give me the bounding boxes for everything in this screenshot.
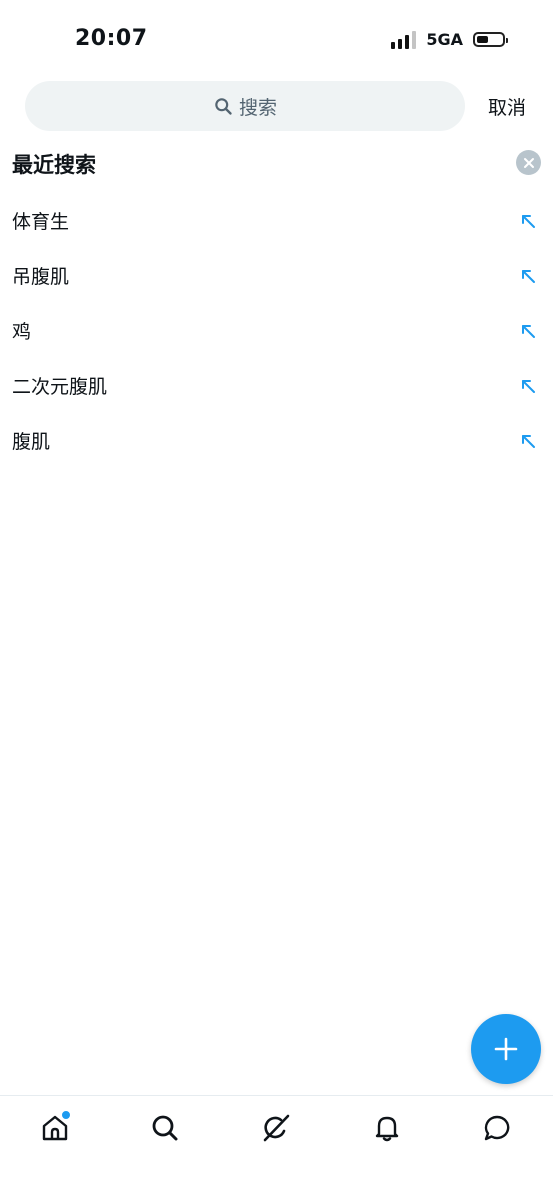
compose-button[interactable] — [471, 1014, 541, 1084]
clear-recent-button[interactable] — [516, 150, 541, 175]
recent-search-list: 体育生 吊腹肌 鸡 二次元腹肌 腹肌 — [0, 193, 553, 468]
recent-search-label: 鸡 — [12, 321, 32, 343]
status-time: 20:07 — [75, 26, 148, 51]
bottom-tab-bar — [0, 1095, 553, 1201]
signal-icon — [391, 30, 417, 49]
grok-icon — [263, 1114, 290, 1142]
plus-icon — [494, 1037, 518, 1061]
arrow-up-left-icon[interactable] — [519, 267, 537, 285]
search-icon — [152, 1115, 178, 1141]
tab-home[interactable] — [37, 1110, 73, 1146]
status-bar: 20:07 5GA — [0, 0, 553, 80]
tab-grok[interactable] — [258, 1110, 294, 1146]
battery-icon — [473, 32, 508, 47]
search-placeholder: 搜索 — [238, 96, 277, 119]
search-input[interactable]: 搜索 — [25, 81, 465, 131]
search-icon — [215, 98, 232, 115]
status-indicators: 5GA — [391, 30, 508, 49]
recent-search-label: 体育生 — [12, 211, 70, 233]
recent-search-label: 吊腹肌 — [12, 266, 70, 288]
recent-search-item[interactable]: 鸡 — [0, 303, 553, 358]
tab-search[interactable] — [147, 1110, 183, 1146]
close-icon — [523, 157, 534, 168]
arrow-up-left-icon[interactable] — [519, 432, 537, 450]
message-icon — [484, 1115, 510, 1141]
tab-notifications[interactable] — [369, 1110, 405, 1146]
recent-search-label: 腹肌 — [12, 431, 51, 453]
home-notification-dot — [61, 1110, 71, 1120]
recent-search-item[interactable]: 二次元腹肌 — [0, 358, 553, 413]
recent-search-item[interactable]: 腹肌 — [0, 413, 553, 468]
recent-search-item[interactable]: 吊腹肌 — [0, 248, 553, 303]
tab-messages[interactable] — [479, 1110, 515, 1146]
recent-search-label: 二次元腹肌 — [12, 376, 108, 398]
recent-searches-title: 最近搜索 — [12, 153, 96, 177]
battery-level — [477, 36, 488, 43]
arrow-up-left-icon[interactable] — [519, 377, 537, 395]
arrow-up-left-icon[interactable] — [519, 212, 537, 230]
cancel-button[interactable]: 取消 — [488, 93, 526, 120]
recent-search-item[interactable]: 体育生 — [0, 193, 553, 248]
bell-icon — [375, 1116, 399, 1142]
arrow-up-left-icon[interactable] — [519, 322, 537, 340]
network-type: 5GA — [426, 30, 463, 49]
